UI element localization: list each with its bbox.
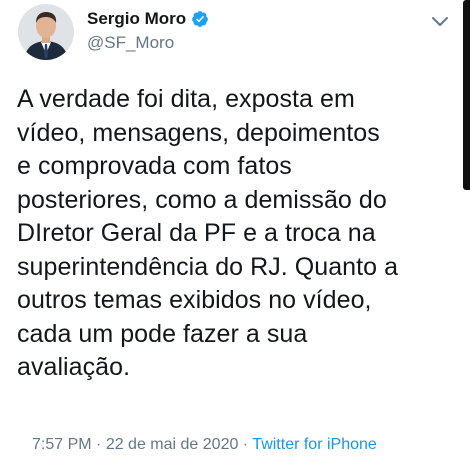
tweet-line: superintendência do RJ. Quanto a: [17, 252, 399, 281]
tweet-meta: 7:57 PM · 22 de mai de 2020 · Twitter fo…: [32, 435, 377, 455]
author-name[interactable]: Sergio Moro: [87, 9, 209, 29]
tweet-line: avaliação.: [17, 353, 131, 381]
tweet-line: posteriores, como a demissão do: [17, 185, 387, 214]
tweet-time[interactable]: 7:57 PM: [32, 436, 92, 453]
tweet-line: cada um pode fazer a sua: [17, 319, 308, 348]
avatar-photo: [18, 4, 74, 60]
meta-separator: ·: [238, 436, 253, 453]
avatar[interactable]: [18, 4, 74, 60]
tweet-line: A verdade foi dita, exposta em: [17, 85, 355, 113]
tweet-line: DIretor Geral da PF e a troca na: [17, 219, 376, 247]
author-name-text: Sergio Moro: [87, 9, 187, 28]
tweet-date[interactable]: 22 de mai de 2020: [106, 436, 239, 453]
tweet-card: Sergio Moro @SF_Moro A verdade foi dita,…: [0, 0, 470, 468]
tweet-line: vídeo, mensagens, depoimentos: [17, 118, 380, 147]
author-handle[interactable]: @SF_Moro: [87, 33, 174, 53]
tweet-line: e comprovada com fatos: [17, 152, 292, 180]
tweet-line: outros temas exibidos no vídeo,: [17, 286, 372, 314]
chevron-down-icon[interactable]: [428, 12, 452, 32]
tweet-source-link[interactable]: Twitter for iPhone: [252, 436, 377, 453]
meta-separator: ·: [91, 436, 106, 453]
scrollbar[interactable]: [463, 0, 470, 190]
tweet-text: A verdade foi dita, exposta em vídeo, me…: [17, 83, 457, 385]
verified-badge-icon: [192, 11, 209, 27]
